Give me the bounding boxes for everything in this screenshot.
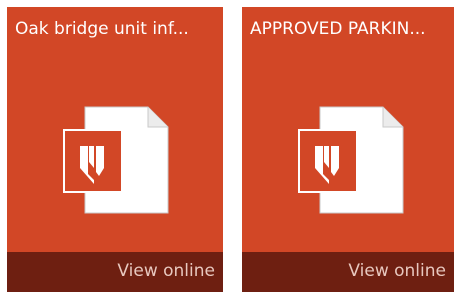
pdf-file-icon	[298, 106, 404, 214]
file-tile[interactable]: APPROVED PARKIN... View online	[242, 7, 454, 292]
view-online-link[interactable]: View online	[348, 261, 446, 281]
file-tile-title: Oak bridge unit inf...	[15, 19, 189, 39]
view-online-link[interactable]: View online	[117, 261, 215, 281]
file-tile[interactable]: Oak bridge unit inf... View online	[7, 7, 223, 292]
file-tile-grid: Oak bridge unit inf... View online APPRO…	[0, 0, 454, 295]
tile-footer: View online	[242, 252, 454, 292]
tile-footer: View online	[7, 252, 223, 292]
file-tile-title: APPROVED PARKIN...	[250, 19, 426, 39]
pdf-file-icon	[63, 106, 169, 214]
